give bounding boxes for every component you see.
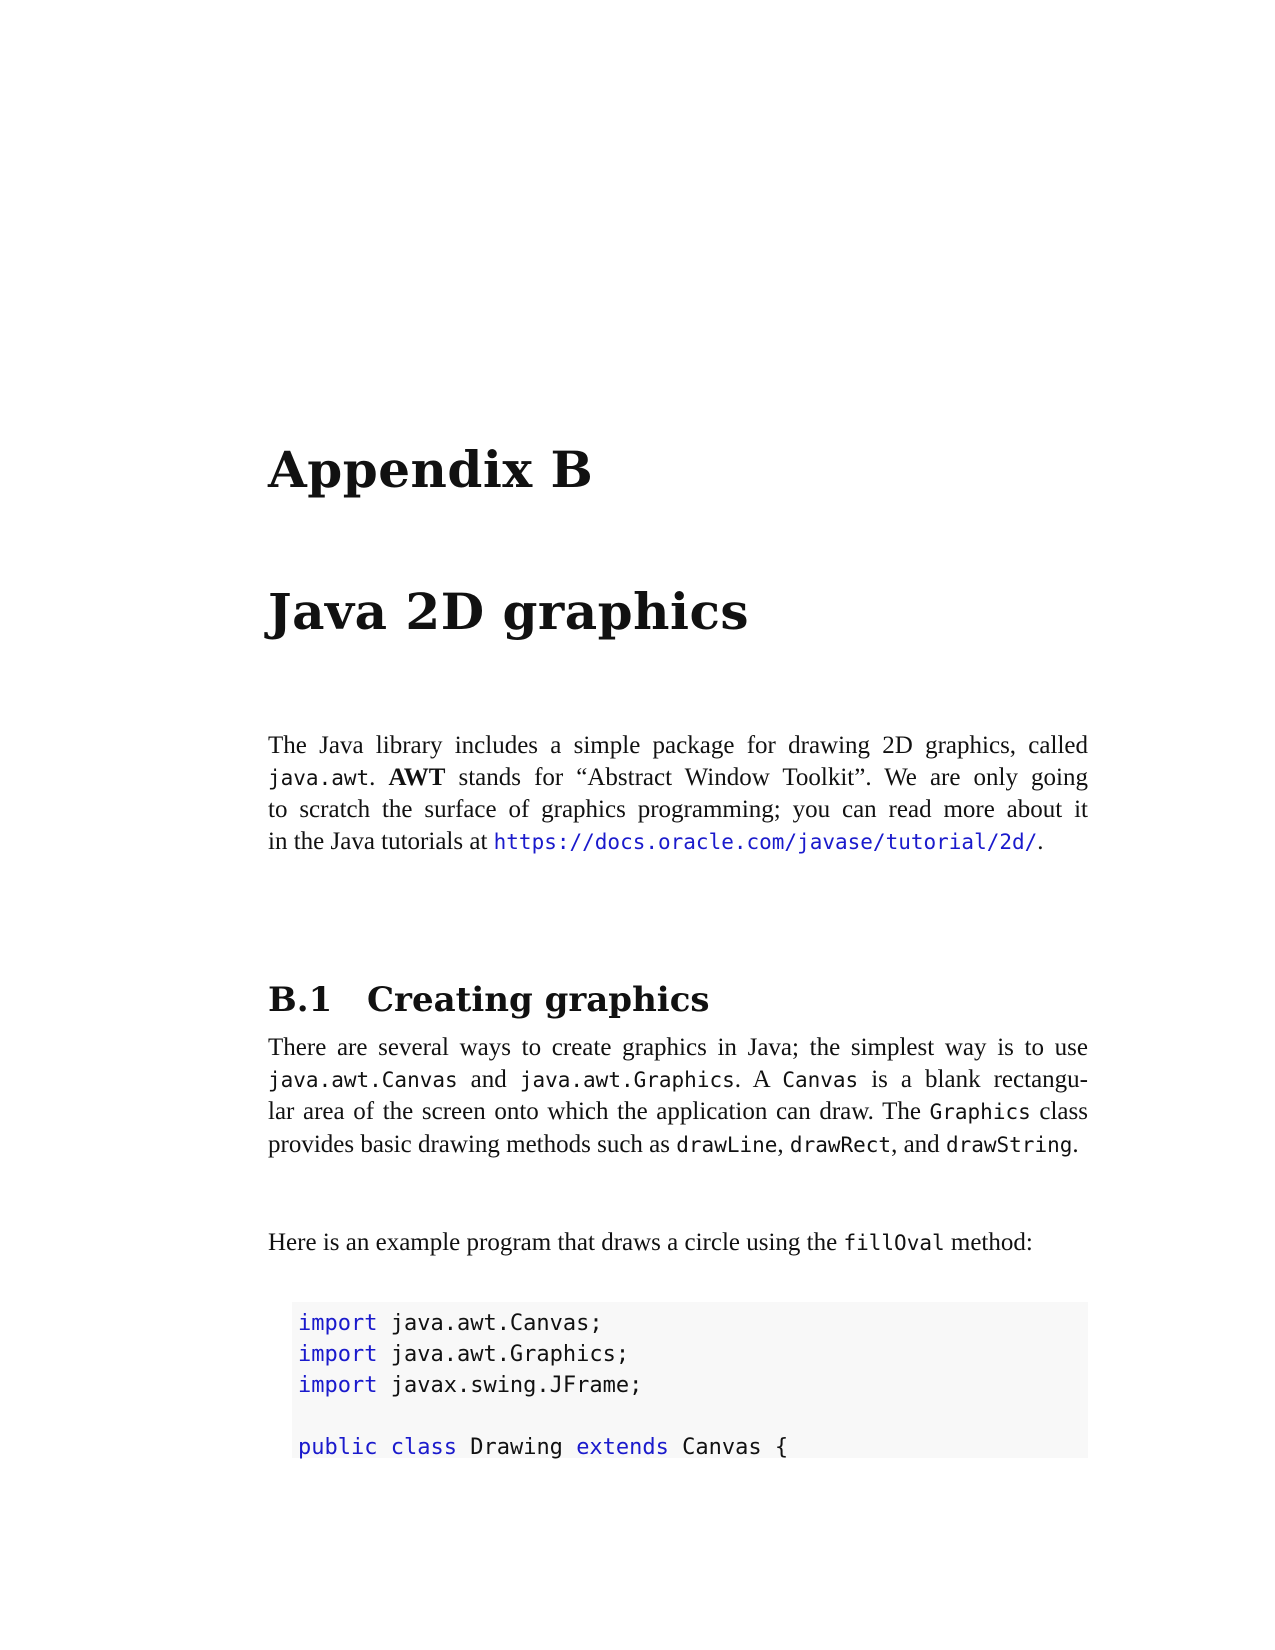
code-listing: import java.awt.Canvas; import java.awt.… [292,1302,1088,1460]
section-number: B.1 [268,980,333,1020]
section-heading: B.1 Creating graphics [268,980,710,1020]
para1-line-1: There are several ways to create graphic… [268,1034,1088,1061]
code-keyword: import [298,1311,378,1336]
inline-code-filloval: fillOval [843,1231,945,1255]
intro-line-2: java.awt. AWT stands for “Abstract Windo… [268,763,1088,791]
inline-code-drawstring: drawString [945,1132,1073,1157]
inline-code-graphics: Graphics [929,1100,1031,1124]
code-line-1: import java.awt.Canvas; [298,1311,603,1336]
inline-code-canvas: Canvas [782,1067,859,1092]
chapter-title: Java 2D graphics [268,582,750,641]
inline-code-canvas-class: java.awt.Canvas [268,1067,458,1092]
intro-line-4: in the Java tutorials at https://docs.or… [268,827,1044,855]
inline-code-graphics-class: java.awt.Graphics [519,1067,735,1092]
section-title: Creating graphics [367,980,710,1020]
code-keyword: class [390,1435,457,1460]
para1-line-3: lar area of the screen onto which the ap… [268,1098,1088,1125]
code-keyword: public [298,1435,378,1460]
code-line-2: import java.awt.Graphics; [298,1342,630,1367]
body-paragraph-2: Here is an example program that draws a … [268,1227,1088,1260]
body-paragraph-1: There are several ways to create graphic… [268,1032,1088,1161]
code-keyword: extends [576,1435,669,1460]
intro-line-1: The Java library includes a simple packa… [268,732,1088,759]
inline-code-drawrect: drawRect [789,1132,892,1157]
code-keyword: import [298,1373,378,1398]
code-line-5: public class Drawing extends Canvas { [298,1435,789,1460]
inline-code-drawline: drawLine [676,1132,778,1157]
code-keyword: import [298,1342,378,1367]
para1-line-4: provides basic drawing methods such as d… [268,1130,1079,1158]
awt-bold-term: AWT [388,763,446,791]
intro-paragraph: The Java library includes a simple packa… [268,730,1088,858]
para2-line-1: Here is an example program that draws a … [268,1229,1033,1256]
inline-code-java-awt: java.awt [268,765,370,790]
java-tutorial-link[interactable]: https://docs.oracle.com/javase/tutorial/… [494,830,1038,854]
intro-line-3: to scratch the surface of graphics progr… [268,796,1088,823]
appendix-label: Appendix B [268,440,594,499]
document-page: Appendix B Java 2D graphics The Java lib… [0,0,1275,1650]
para1-line-2: java.awt.Canvas and java.awt.Graphics. A… [268,1065,1088,1093]
code-line-3: import javax.swing.JFrame; [298,1373,643,1398]
